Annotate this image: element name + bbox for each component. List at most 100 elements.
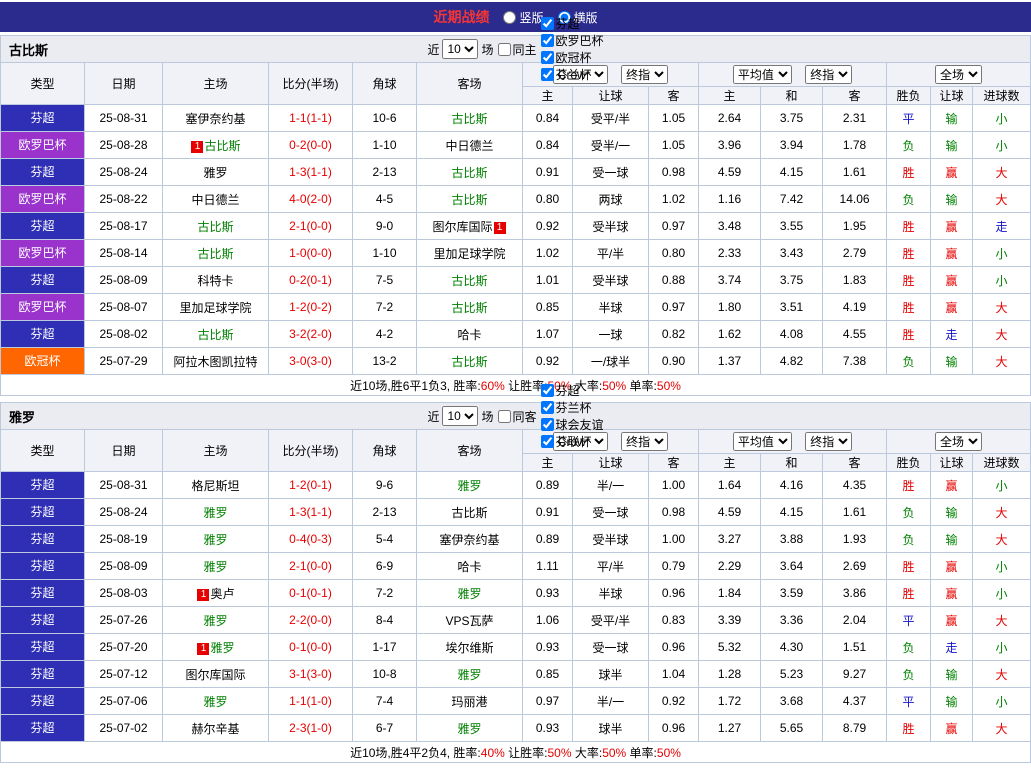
team-name-link[interactable]: 雅罗 bbox=[457, 722, 481, 736]
team-name-link[interactable]: 里加足球学院 bbox=[433, 247, 505, 261]
match-date: 25-08-17 bbox=[84, 212, 163, 240]
league-filter-option[interactable]: 芬兰杯 bbox=[540, 399, 604, 416]
avg-home-odds: 2.33 bbox=[698, 239, 762, 267]
team-name-link[interactable]: 古比斯 bbox=[451, 301, 487, 315]
match-date: 25-08-14 bbox=[84, 239, 163, 267]
avg-time-select[interactable]: 终指 bbox=[805, 65, 853, 84]
team-name-link[interactable]: 雅罗 bbox=[457, 668, 481, 682]
team-name-link[interactable]: 古比斯 bbox=[451, 193, 487, 207]
team-name-link[interactable]: 格尼斯坦 bbox=[191, 479, 239, 493]
league-filter-option[interactable]: 芬超 bbox=[540, 382, 604, 399]
odds-away: 1.04 bbox=[647, 660, 700, 688]
match-count-select[interactable]: 10 bbox=[442, 39, 479, 59]
same-side-checkbox[interactable] bbox=[497, 409, 511, 423]
team-name-link[interactable]: 哈卡 bbox=[457, 560, 481, 574]
same-side-filter[interactable]: 同主 bbox=[497, 41, 537, 58]
team-name-link[interactable]: 古比斯 bbox=[451, 506, 487, 520]
team-name-link[interactable]: 中日德兰 bbox=[191, 193, 239, 207]
odds-handicap: 球半 bbox=[572, 660, 649, 688]
team-name-link[interactable]: 赫尔辛基 bbox=[191, 722, 239, 736]
league-filter-checkbox[interactable] bbox=[540, 68, 554, 81]
subcol-result-outcome: 胜负 bbox=[886, 86, 932, 105]
odds-home: 0.93 bbox=[522, 579, 573, 607]
league-badge: 芬超 bbox=[1, 472, 84, 498]
team-name-link[interactable]: 科特卡 bbox=[197, 274, 233, 288]
team-name-link[interactable]: 图尔库国际 bbox=[432, 220, 492, 234]
same-side-checkbox[interactable] bbox=[497, 42, 511, 56]
team-name-link[interactable]: 里加足球学院 bbox=[179, 301, 251, 315]
league-filter-option[interactable]: 芬兰杯 bbox=[540, 66, 604, 83]
team-name-link[interactable]: 古比斯 bbox=[451, 112, 487, 126]
team-name-link[interactable]: 塞伊奈约基 bbox=[185, 112, 245, 126]
result-goals: 大 bbox=[972, 185, 1031, 213]
avg-home-odds: 2.29 bbox=[698, 552, 762, 580]
team-name-link[interactable]: 图尔库国际 bbox=[185, 668, 245, 682]
odds-time-select[interactable]: 终指 bbox=[621, 432, 669, 451]
team-name-link[interactable]: 古比斯 bbox=[197, 247, 233, 261]
league-badge: 芬超 bbox=[1, 526, 84, 552]
odds-away: 1.00 bbox=[647, 525, 700, 553]
summary-segment: 50% bbox=[547, 745, 572, 760]
team-name-link[interactable]: 雅罗 bbox=[203, 506, 227, 520]
team-name-link[interactable]: VPS瓦萨 bbox=[445, 614, 493, 628]
team-name-link[interactable]: 阿拉木图凯拉特 bbox=[173, 355, 257, 369]
league-filter-group: 芬超 芬兰杯 球会友谊 芬联杯 bbox=[540, 382, 604, 450]
league-filter-checkbox[interactable] bbox=[540, 51, 554, 64]
filter-bar: 近 10 场 同客 芬超 芬兰杯 球会友谊 芬联杯 bbox=[427, 382, 604, 450]
league-cell: 芬超 bbox=[0, 660, 85, 688]
team-name-link[interactable]: 雅罗 bbox=[203, 533, 227, 547]
team-name-link[interactable]: 古比斯 bbox=[197, 328, 233, 342]
team-name-link[interactable]: 雅罗 bbox=[203, 560, 227, 574]
league-filter-checkbox[interactable] bbox=[540, 384, 554, 397]
team-name-link[interactable]: 埃尔维斯 bbox=[445, 641, 493, 655]
avg-time-select[interactable]: 终指 bbox=[805, 432, 853, 451]
subcol-result-handicap: 让球 bbox=[930, 453, 974, 472]
league-filter-option[interactable]: 芬超 bbox=[540, 15, 604, 32]
league-filter-checkbox[interactable] bbox=[540, 401, 554, 414]
league-filter-checkbox[interactable] bbox=[540, 34, 554, 47]
team-name-link[interactable]: 古比斯 bbox=[197, 220, 233, 234]
home-team-cell: 古比斯 bbox=[162, 212, 269, 240]
result-scope-select[interactable]: 全场 bbox=[935, 432, 983, 451]
avg-source-select[interactable]: 平均值 bbox=[732, 65, 792, 84]
team-name-link[interactable]: 雅罗 bbox=[210, 641, 234, 655]
league-filter-checkbox[interactable] bbox=[540, 418, 554, 431]
result-goals: 小 bbox=[972, 471, 1031, 499]
team-name-link[interactable]: 古比斯 bbox=[451, 166, 487, 180]
col-date: 日期 bbox=[84, 429, 163, 472]
league-cell: 芬超 bbox=[0, 633, 85, 661]
avg-draw-odds: 5.23 bbox=[760, 660, 824, 688]
team-name-link[interactable]: 玛丽港 bbox=[451, 695, 487, 709]
team-name-link[interactable]: 塞伊奈约基 bbox=[439, 533, 499, 547]
team-name-link[interactable]: 雅罗 bbox=[203, 614, 227, 628]
league-cell: 芬超 bbox=[0, 579, 85, 607]
match-score: 2-3(1-0) bbox=[268, 714, 353, 742]
team-name-link[interactable]: 古比斯 bbox=[451, 274, 487, 288]
match-row: 芬超 25-07-12 图尔库国际 3-1(3-0) 10-8 雅罗 0.85 球半 1.04 1… bbox=[0, 660, 1031, 688]
league-filter-label: 芬超 bbox=[555, 384, 580, 398]
league-filter-option[interactable]: 欧罗巴杯 bbox=[540, 32, 604, 49]
match-date: 25-08-31 bbox=[84, 104, 163, 132]
team-name-link[interactable]: 中日德兰 bbox=[445, 139, 493, 153]
league-filter-checkbox[interactable] bbox=[540, 435, 554, 448]
match-count-select[interactable]: 10 bbox=[442, 406, 479, 426]
home-team-cell: 阿拉木图凯拉特 bbox=[162, 347, 269, 375]
league-filter-option[interactable]: 球会友谊 bbox=[540, 416, 604, 433]
team-name-link[interactable]: 奥卢 bbox=[210, 587, 234, 601]
result-outcome: 胜 bbox=[886, 471, 932, 499]
league-filter-option[interactable]: 芬联杯 bbox=[540, 433, 604, 450]
league-filter-option[interactable]: 欧冠杯 bbox=[540, 49, 604, 66]
avg-source-select[interactable]: 平均值 bbox=[732, 432, 792, 451]
team-name-link[interactable]: 雅罗 bbox=[203, 166, 227, 180]
team-name-link[interactable]: 古比斯 bbox=[204, 139, 240, 153]
same-side-filter[interactable]: 同客 bbox=[497, 408, 537, 425]
away-team-cell: 里加足球学院 bbox=[416, 239, 523, 267]
team-name-link[interactable]: 雅罗 bbox=[203, 695, 227, 709]
team-name-link[interactable]: 哈卡 bbox=[457, 328, 481, 342]
team-name-link[interactable]: 古比斯 bbox=[451, 355, 487, 369]
result-scope-select[interactable]: 全场 bbox=[935, 65, 983, 84]
odds-time-select[interactable]: 终指 bbox=[621, 65, 669, 84]
team-name-link[interactable]: 雅罗 bbox=[457, 587, 481, 601]
league-filter-checkbox[interactable] bbox=[540, 17, 554, 30]
team-name-link[interactable]: 雅罗 bbox=[457, 479, 481, 493]
